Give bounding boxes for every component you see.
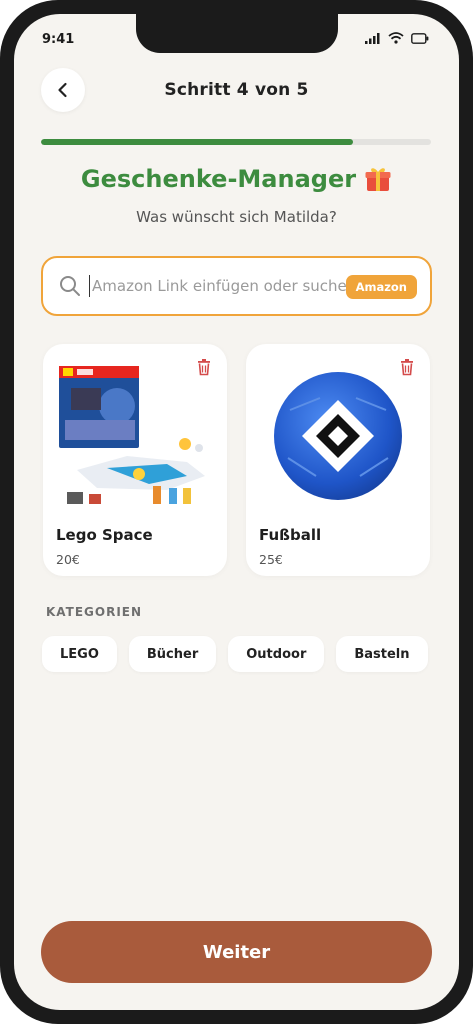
gift-card-lego-space[interactable]: Lego Space 20€: [43, 344, 227, 576]
wifi-icon: [388, 32, 404, 44]
page-title-row: Geschenke-Manager: [14, 165, 459, 193]
status-time: 9:41: [42, 32, 75, 47]
amazon-button[interactable]: Amazon: [345, 275, 417, 299]
gift-price: 25€: [259, 552, 283, 567]
signal-icon: [365, 33, 380, 44]
progress-fill: [41, 139, 353, 145]
category-chip-lego[interactable]: LEGO: [42, 636, 117, 672]
gift-name: Lego Space: [56, 526, 153, 544]
gift-icon: [365, 168, 391, 191]
status-icons: [365, 32, 429, 44]
category-chips: LEGO Bücher Outdoor Basteln: [42, 636, 428, 672]
search-box: Amazon: [41, 256, 432, 316]
battery-icon: [411, 32, 429, 44]
categories-label: KATEGORIEN: [46, 605, 143, 619]
app-screen: 9:41 Schritt 4 von 5 Geschenke-Manager W…: [14, 14, 459, 1010]
step-title: Schritt 4 von 5: [164, 80, 309, 100]
search-icon: [60, 276, 80, 296]
category-chip-basteln[interactable]: Basteln: [336, 636, 428, 672]
notch: [136, 14, 338, 53]
next-button[interactable]: Weiter: [41, 921, 432, 983]
gift-price: 20€: [56, 552, 80, 567]
trash-icon[interactable]: [195, 358, 213, 376]
gift-card-fussball[interactable]: Fußball 25€: [246, 344, 430, 576]
lego-space-image: [59, 366, 205, 504]
category-chip-outdoor[interactable]: Outdoor: [228, 636, 325, 672]
football-image: [274, 372, 402, 500]
phone-frame: 9:41 Schritt 4 von 5 Geschenke-Manager W…: [0, 0, 473, 1024]
category-chip-buecher[interactable]: Bücher: [128, 636, 217, 672]
gift-name: Fußball: [259, 526, 322, 544]
page-subtitle: Was wünscht sich Matilda?: [136, 208, 337, 226]
page-title: Geschenke-Manager: [80, 165, 357, 193]
trash-icon[interactable]: [398, 358, 416, 376]
progress-bar: [41, 139, 431, 145]
